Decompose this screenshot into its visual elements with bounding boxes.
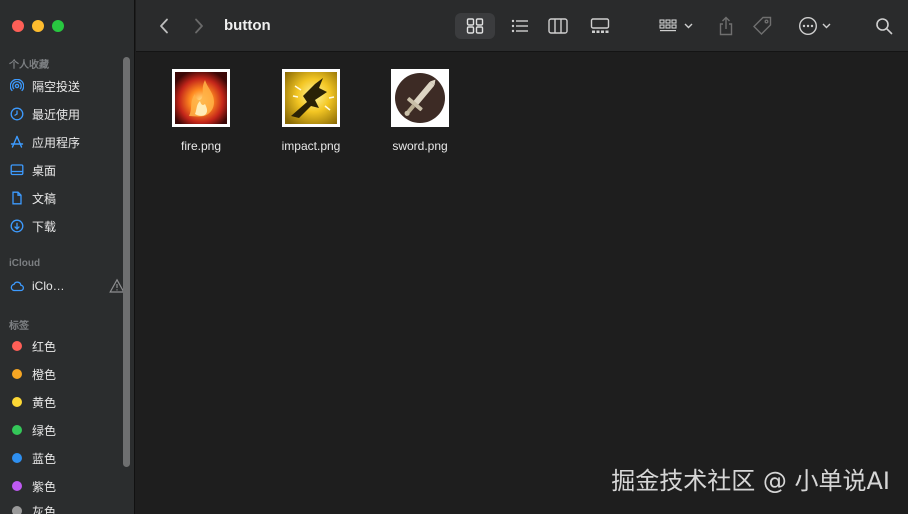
clock-icon <box>10 107 24 121</box>
sidebar-tag-red[interactable]: 红色 <box>10 335 125 357</box>
sidebar-item-label: 橙色 <box>32 367 57 382</box>
gallery-icon <box>590 18 610 33</box>
sidebar-item-label: 绿色 <box>32 423 57 438</box>
sidebar-item-recents[interactable]: 最近使用 <box>10 103 125 125</box>
file-name: impact.png <box>281 139 341 153</box>
sidebar-item-downloads[interactable]: 下载 <box>10 215 125 237</box>
folder-title: button <box>224 17 271 34</box>
search-icon <box>876 18 893 35</box>
file-browser-content: fire.png impact.png sword.png 掘金技术社区 @ 小… <box>136 53 908 514</box>
favorites-section-title: 个人收藏 <box>9 60 49 71</box>
window-controls <box>12 20 64 32</box>
search-button[interactable] <box>872 13 896 39</box>
tags-section-title: 标签 <box>9 321 29 332</box>
ellipsis-circle-icon <box>798 16 817 36</box>
tag-color-dot <box>12 506 22 514</box>
back-button[interactable] <box>154 13 174 39</box>
impact-thumbnail-icon <box>285 72 337 124</box>
chevron-left-icon <box>160 18 168 34</box>
chevron-down-icon <box>822 23 830 29</box>
icon-view-button[interactable] <box>455 13 495 39</box>
sidebar-tag-purple[interactable]: 紫色 <box>10 475 125 497</box>
sidebar-item-label: iClo… <box>32 279 65 293</box>
more-actions-button[interactable] <box>794 13 834 39</box>
sidebar-item-label: 应用程序 <box>32 135 81 150</box>
forward-button[interactable] <box>189 13 209 39</box>
sidebar-tag-blue[interactable]: 蓝色 <box>10 447 125 469</box>
share-icon <box>719 16 733 36</box>
minimize-window-button[interactable] <box>32 20 44 32</box>
chevron-down-icon <box>684 23 693 29</box>
group-icon <box>659 19 677 32</box>
finder-window: 个人收藏 隔空投送 最近使用 应用程序 桌面 文稿 下载 iCloud iClo… <box>0 0 908 514</box>
fire-thumbnail-icon <box>175 72 227 124</box>
tag-icon <box>753 16 772 35</box>
file-item[interactable]: impact.png <box>271 69 351 153</box>
sidebar-item-label: 红色 <box>32 339 57 354</box>
sidebar-item-label: 下载 <box>32 219 57 234</box>
airdrop-icon <box>10 79 24 93</box>
sidebar: 个人收藏 隔空投送 最近使用 应用程序 桌面 文稿 下载 iCloud iClo… <box>0 0 135 514</box>
desktop-icon <box>10 163 24 177</box>
column-view-button[interactable] <box>542 13 574 39</box>
tag-color-dot <box>12 397 22 407</box>
sidebar-tag-orange[interactable]: 橙色 <box>10 363 125 385</box>
share-button[interactable] <box>714 13 738 39</box>
sidebar-item-label: 蓝色 <box>32 451 57 466</box>
sidebar-item-label: 最近使用 <box>32 107 81 122</box>
sidebar-item-airdrop[interactable]: 隔空投送 <box>10 75 125 97</box>
apps-icon <box>10 135 24 149</box>
sidebar-item-label: 隔空投送 <box>32 79 81 94</box>
list-icon <box>511 19 528 33</box>
chevron-right-icon <box>195 18 203 34</box>
sidebar-tag-gray[interactable]: 灰色 <box>10 500 125 514</box>
tag-button[interactable] <box>751 13 775 39</box>
document-icon <box>10 191 24 205</box>
grid-icon <box>466 18 484 34</box>
tag-color-dot <box>12 341 22 351</box>
file-thumbnail <box>391 69 449 127</box>
sidebar-item-desktop[interactable]: 桌面 <box>10 159 125 181</box>
watermark: 掘金技术社区 @ 小单说AI <box>611 467 890 495</box>
tag-color-dot <box>12 369 22 379</box>
sidebar-item-label: 文稿 <box>32 191 57 206</box>
file-thumbnail <box>282 69 340 127</box>
sidebar-tag-yellow[interactable]: 黄色 <box>10 391 125 413</box>
sidebar-scrollbar[interactable] <box>123 57 130 467</box>
file-name: fire.png <box>180 139 222 153</box>
download-icon <box>10 219 24 233</box>
file-item[interactable]: fire.png <box>161 69 241 153</box>
tag-color-dot <box>12 453 22 463</box>
file-name: sword.png <box>392 139 448 153</box>
sidebar-item-label: 桌面 <box>32 163 57 178</box>
sword-thumbnail-icon <box>394 72 446 124</box>
tag-color-dot <box>12 425 22 435</box>
group-by-button[interactable] <box>656 13 696 39</box>
sidebar-item-label: 灰色 <box>32 504 57 514</box>
sidebar-item-documents[interactable]: 文稿 <box>10 187 125 209</box>
file-item[interactable]: sword.png <box>380 69 460 153</box>
zoom-window-button[interactable] <box>52 20 64 32</box>
sidebar-item-label: 黄色 <box>32 395 57 410</box>
columns-icon <box>548 18 568 34</box>
tag-color-dot <box>12 481 22 491</box>
icloud-section-title: iCloud <box>9 258 41 269</box>
gallery-view-button[interactable] <box>584 13 616 39</box>
sidebar-tag-green[interactable]: 绿色 <box>10 419 125 441</box>
sidebar-item-icloud-drive[interactable]: iClo… <box>10 275 125 297</box>
file-thumbnail <box>172 69 230 127</box>
sidebar-item-applications[interactable]: 应用程序 <box>10 131 125 153</box>
close-window-button[interactable] <box>12 20 24 32</box>
sidebar-item-label: 紫色 <box>32 479 57 494</box>
toolbar: button <box>136 0 908 52</box>
cloud-icon <box>10 279 24 293</box>
list-view-button[interactable] <box>504 13 536 39</box>
